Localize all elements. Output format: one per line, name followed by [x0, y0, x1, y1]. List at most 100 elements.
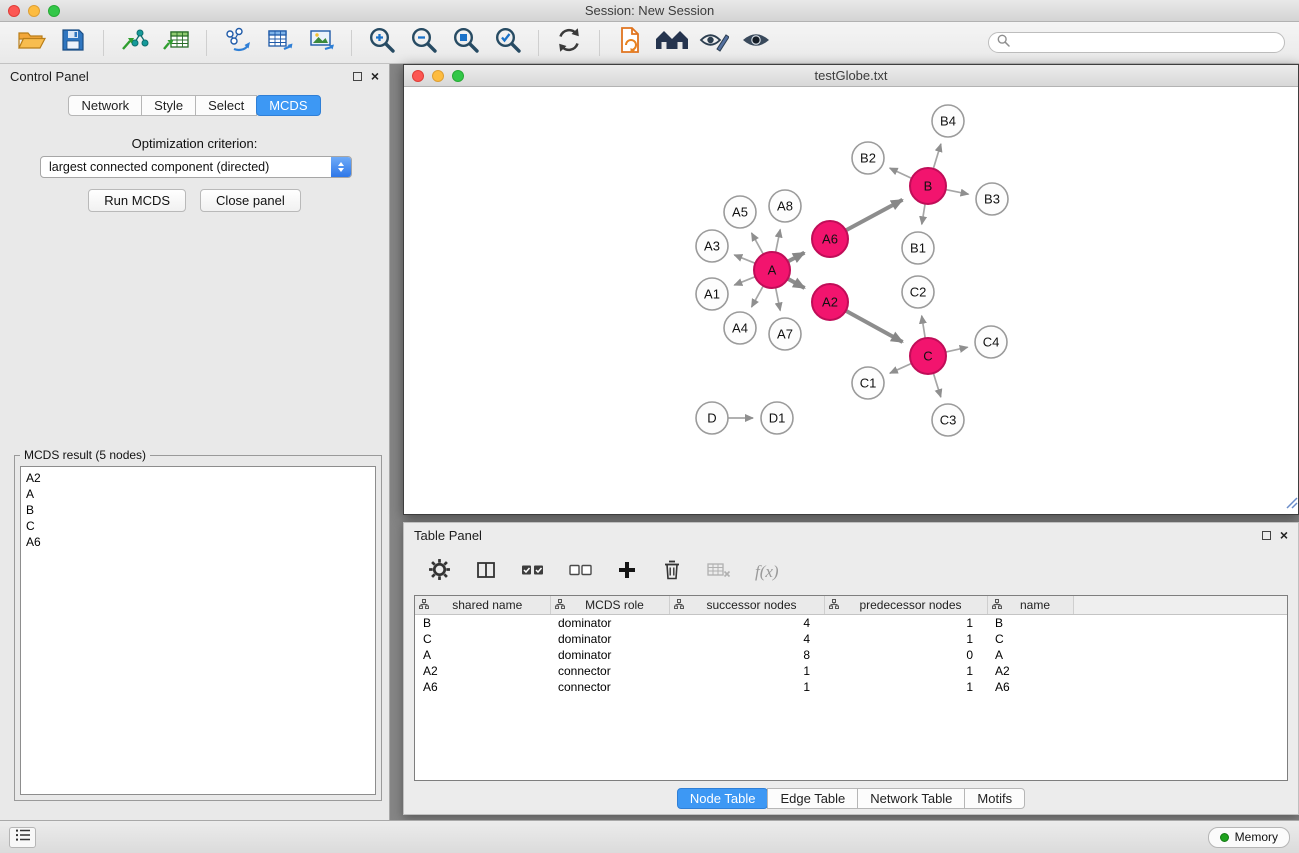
optimization-criterion-select[interactable]: largest connected component (directed)	[40, 156, 352, 178]
import-network-button[interactable]	[116, 26, 152, 60]
open-session-button[interactable]	[13, 26, 49, 60]
table-row[interactable]: Bdominator41B	[415, 614, 1287, 631]
edge-A-A8[interactable]	[776, 230, 781, 253]
node-A3[interactable]: A3	[696, 230, 728, 262]
home-views-button[interactable]	[654, 26, 690, 60]
network-graph[interactable]: B4 B2 B B3 A8 A5 A6 B1 A3 A C2 A1 A2 A4 A7 C4 C C1 C3 D D1	[404, 87, 1298, 514]
edge-A2-C[interactable]	[846, 311, 903, 342]
edge-C-C2[interactable]	[922, 316, 926, 339]
node-A6[interactable]: A6	[812, 221, 848, 257]
column-header-shared-name[interactable]: shared name	[415, 596, 550, 614]
column-header-predecessor-nodes[interactable]: predecessor nodes	[824, 596, 987, 614]
save-session-button[interactable]	[55, 26, 91, 60]
edge-A-A2[interactable]	[788, 279, 805, 288]
edge-A-A3[interactable]	[734, 255, 755, 263]
edge-A-A1[interactable]	[734, 277, 755, 285]
column-header-name[interactable]: name	[987, 596, 1073, 614]
table-row[interactable]: A2connector11A2	[415, 663, 1287, 679]
node-table[interactable]: shared nameMCDS rolesuccessor nodesprede…	[414, 595, 1288, 781]
table-settings-button[interactable]	[428, 558, 451, 586]
refresh-layout-button[interactable]	[551, 26, 587, 60]
close-panel-button[interactable]: Close panel	[200, 189, 301, 212]
column-header-successor-nodes[interactable]: successor nodes	[669, 596, 824, 614]
network-canvas[interactable]: B4 B2 B B3 A8 A5 A6 B1 A3 A C2 A1 A2 A4 A7 C4 C C1 C3 D D1	[404, 87, 1298, 514]
zoom-fit-button[interactable]	[448, 26, 484, 60]
edge-A-A6[interactable]	[788, 253, 805, 262]
edge-B-B3[interactable]	[946, 190, 969, 195]
column-header-MCDS-role[interactable]: MCDS role	[550, 596, 669, 614]
zoom-selected-button[interactable]	[490, 26, 526, 60]
node-C3[interactable]: C3	[932, 404, 964, 436]
zoom-view-icon[interactable]	[452, 70, 464, 82]
import-table-button[interactable]	[158, 26, 194, 60]
show-columns-button[interactable]	[475, 559, 497, 586]
node-C1[interactable]: C1	[852, 367, 884, 399]
edge-A-A7[interactable]	[776, 288, 781, 311]
export-table-button[interactable]	[261, 26, 297, 60]
delete-column-button[interactable]	[661, 559, 683, 586]
minimize-window-icon[interactable]	[28, 5, 40, 17]
memory-button[interactable]: Memory	[1208, 827, 1290, 848]
zoom-in-button[interactable]	[364, 26, 400, 60]
tab-edge-table[interactable]: Edge Table	[767, 788, 858, 809]
export-image-button[interactable]	[303, 26, 339, 60]
node-C2[interactable]: C2	[902, 276, 934, 308]
close-view-icon[interactable]	[412, 70, 424, 82]
tab-style[interactable]: Style	[141, 95, 196, 116]
close-panel-icon[interactable]: ×	[371, 69, 379, 83]
task-history-button[interactable]	[9, 827, 36, 848]
function-builder-button[interactable]: f(x)	[755, 562, 779, 582]
edge-C-C3[interactable]	[933, 373, 940, 397]
tab-motifs[interactable]: Motifs	[964, 788, 1025, 809]
show-hide-button[interactable]	[738, 26, 774, 60]
node-C4[interactable]: C4	[975, 326, 1007, 358]
table-row[interactable]: Adominator80A	[415, 647, 1287, 663]
edge-A6-B[interactable]	[846, 200, 903, 231]
search-field[interactable]	[988, 32, 1285, 53]
node-A4[interactable]: A4	[724, 312, 756, 344]
minimize-view-icon[interactable]	[432, 70, 444, 82]
edge-B-B4[interactable]	[933, 144, 941, 169]
tab-network-table[interactable]: Network Table	[857, 788, 965, 809]
add-column-button[interactable]	[617, 560, 637, 585]
node-B[interactable]: B	[910, 168, 946, 204]
zoom-window-icon[interactable]	[48, 5, 60, 17]
node-B1[interactable]: B1	[902, 232, 934, 264]
node-B4[interactable]: B4	[932, 105, 964, 137]
network-window-titlebar[interactable]: testGlobe.txt	[404, 65, 1298, 87]
node-A1[interactable]: A1	[696, 278, 728, 310]
eye-edit-button[interactable]	[696, 26, 732, 60]
edge-B-B1[interactable]	[922, 204, 925, 225]
zoom-out-button[interactable]	[406, 26, 442, 60]
table-row[interactable]: Cdominator41C	[415, 631, 1287, 647]
node-C[interactable]: C	[910, 338, 946, 374]
node-A5[interactable]: A5	[724, 196, 756, 228]
node-B2[interactable]: B2	[852, 142, 884, 174]
run-mcds-button[interactable]: Run MCDS	[88, 189, 186, 212]
edge-C-C1[interactable]	[890, 363, 912, 373]
export-network-button[interactable]	[219, 26, 255, 60]
tab-network[interactable]: Network	[68, 95, 142, 116]
node-A[interactable]: A	[754, 252, 790, 288]
tab-mcds[interactable]: MCDS	[256, 95, 320, 116]
edge-A-A5[interactable]	[752, 233, 764, 254]
node-D[interactable]: D	[696, 402, 728, 434]
float-panel-icon[interactable]	[353, 72, 362, 81]
table-row[interactable]: A6connector11A6	[415, 679, 1287, 695]
node-D1[interactable]: D1	[761, 402, 793, 434]
edge-B-B2[interactable]	[890, 168, 912, 178]
node-B3[interactable]: B3	[976, 183, 1008, 215]
float-table-panel-icon[interactable]	[1262, 531, 1271, 540]
close-window-icon[interactable]	[8, 5, 20, 17]
node-A7[interactable]: A7	[769, 318, 801, 350]
node-A8[interactable]: A8	[769, 190, 801, 222]
resize-handle-icon[interactable]	[1284, 495, 1298, 514]
edge-C-C4[interactable]	[946, 347, 968, 352]
edge-A-A4[interactable]	[752, 286, 764, 307]
search-input[interactable]	[1015, 36, 1276, 50]
select-all-button[interactable]	[521, 563, 545, 582]
node-A2[interactable]: A2	[812, 284, 848, 320]
tab-select[interactable]: Select	[195, 95, 257, 116]
close-table-panel-icon[interactable]: ×	[1280, 528, 1288, 542]
delete-table-button[interactable]	[707, 562, 731, 583]
